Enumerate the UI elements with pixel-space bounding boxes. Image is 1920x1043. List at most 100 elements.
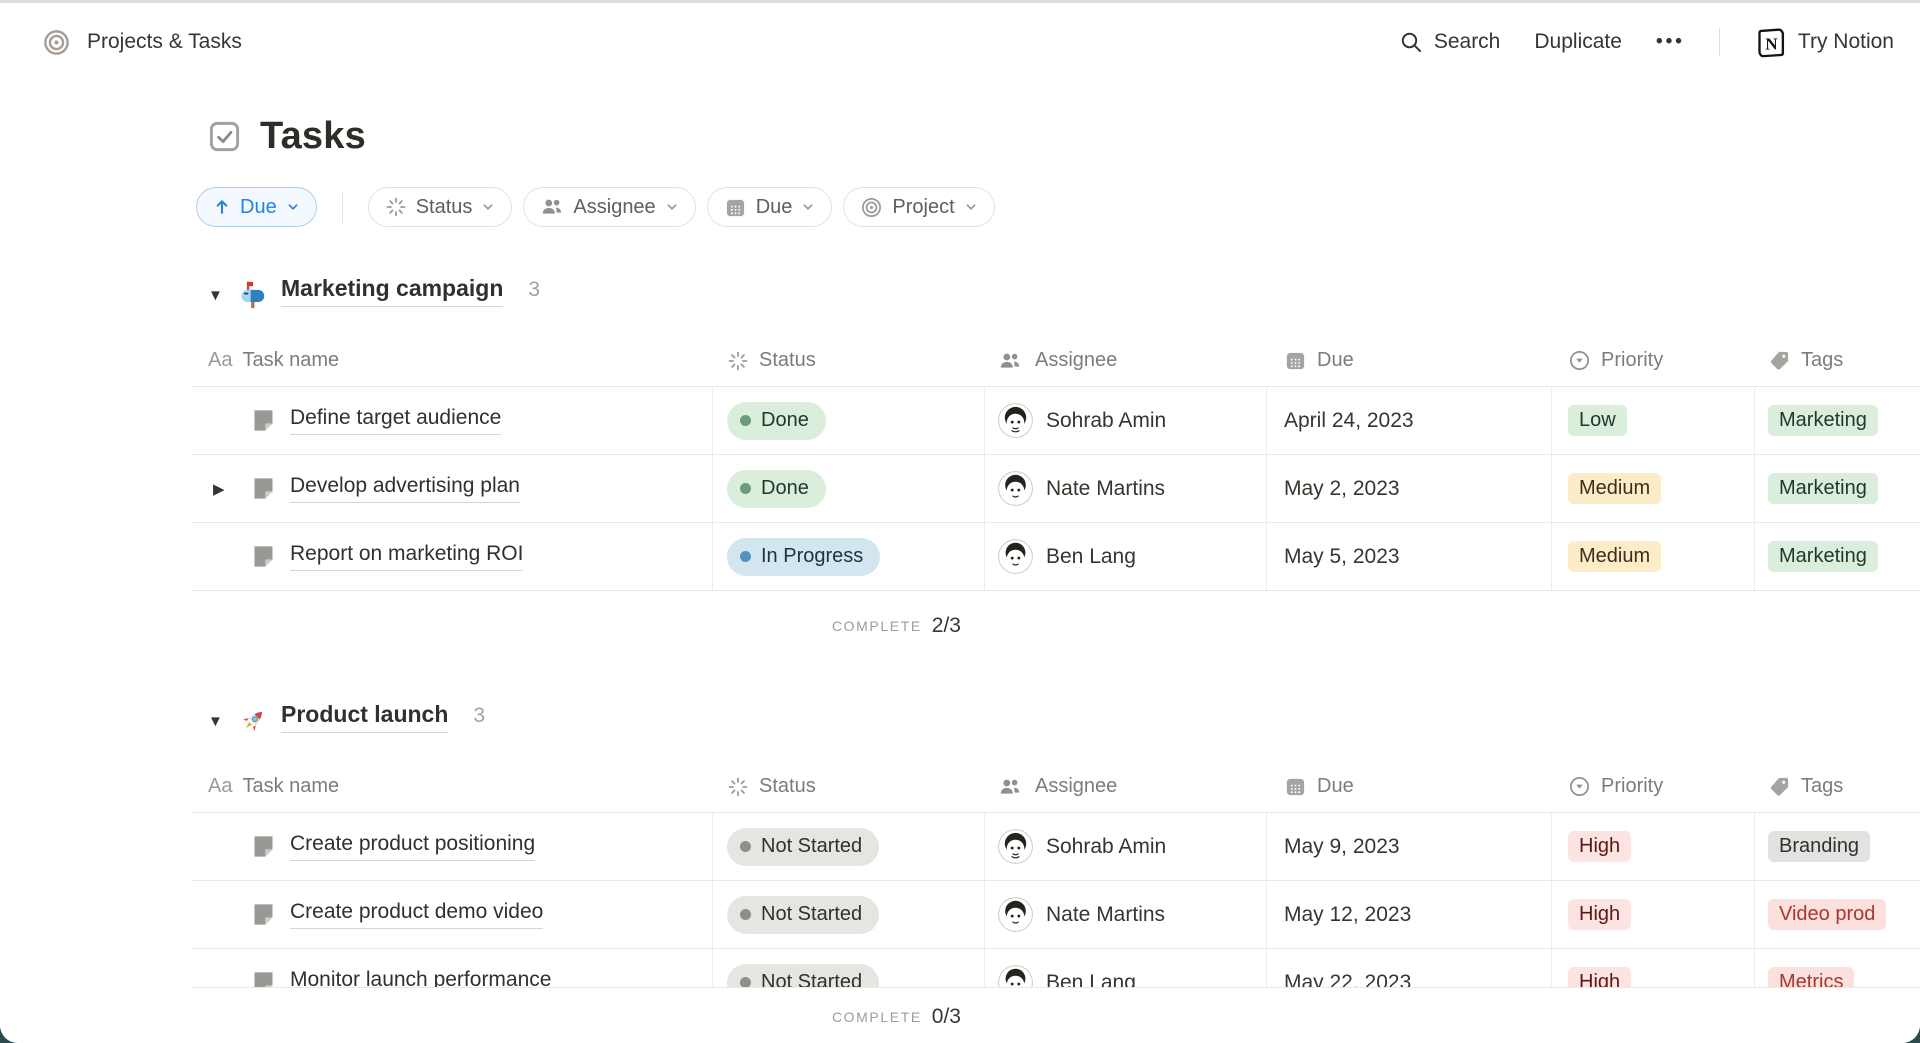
task-name-link[interactable]: Report on marketing ROI <box>290 542 523 571</box>
task-name-link[interactable]: Define target audience <box>290 406 501 435</box>
svg-text:N: N <box>1765 34 1778 53</box>
calendar-icon <box>1284 775 1307 798</box>
page-header: Tasks <box>192 111 1920 161</box>
tag-pill[interactable]: Marketing <box>1768 405 1878 436</box>
aggregate-label: COMPLETE <box>832 618 922 634</box>
column-header-due[interactable]: Due <box>1267 761 1552 812</box>
task-name-link[interactable]: Develop advertising plan <box>290 474 520 503</box>
task-name-link[interactable]: Create product demo video <box>290 900 543 929</box>
due-date[interactable]: May 5, 2023 <box>1284 545 1400 569</box>
status-dot <box>740 551 751 562</box>
search-label: Search <box>1434 30 1501 54</box>
column-header-task-name[interactable]: Aa Task name <box>192 761 713 812</box>
target-icon <box>860 196 883 219</box>
status-spinner-icon <box>727 776 749 798</box>
status-badge[interactable]: In Progress <box>727 538 880 576</box>
due-date[interactable]: May 9, 2023 <box>1284 835 1400 859</box>
column-header-task-name[interactable]: Aa Task name <box>192 335 713 386</box>
chevron-down-icon <box>286 200 300 214</box>
due-date[interactable]: May 12, 2023 <box>1284 903 1411 927</box>
avatar <box>998 829 1033 864</box>
status-badge[interactable]: Not Started <box>727 828 879 866</box>
topbar-actions: Search Duplicate ••• N Try Notion <box>1399 26 1894 59</box>
aggregate-label: COMPLETE <box>832 1009 922 1025</box>
table-row[interactable]: ▶ Develop advertising plan Done <box>192 455 1920 523</box>
breadcrumb-label: Projects & Tasks <box>87 30 242 54</box>
priority-tag[interactable]: Medium <box>1568 541 1661 572</box>
filter-due-button[interactable]: Due <box>707 187 833 227</box>
bullseye-page-icon <box>42 28 71 57</box>
view-toolbar: Due Status <box>192 187 1920 227</box>
column-header-priority[interactable]: Priority <box>1552 335 1755 386</box>
filter-status-button[interactable]: Status <box>368 187 513 227</box>
priority-tag[interactable]: Low <box>1568 405 1627 436</box>
group-header-marketing-campaign: ▼ Marketing campaign 3 <box>192 275 1920 315</box>
sticky-aggregate-bar: COMPLETE 0/3 <box>0 987 1920 1043</box>
tag-pill[interactable]: Branding <box>1768 831 1870 862</box>
collapse-toggle-icon[interactable]: ▼ <box>208 287 238 304</box>
due-date[interactable]: April 24, 2023 <box>1284 409 1414 433</box>
column-header-tags[interactable]: Tags <box>1755 761 1920 812</box>
filter-assignee-button[interactable]: Assignee <box>523 187 695 227</box>
status-badge[interactable]: Done <box>727 402 826 440</box>
status-dot <box>740 415 751 426</box>
status-badge[interactable]: Done <box>727 470 826 508</box>
page-icon <box>250 833 277 860</box>
tag-pill[interactable]: Marketing <box>1768 541 1878 572</box>
table-row[interactable]: Report on marketing ROI In Progress Ben … <box>192 523 1920 591</box>
priority-tag[interactable]: High <box>1568 831 1631 862</box>
tag-pill[interactable]: Marketing <box>1768 473 1878 504</box>
chevron-down-icon <box>964 200 978 214</box>
assignee-name[interactable]: Nate Martins <box>1046 903 1165 927</box>
assignee-name[interactable]: Sohrab Amin <box>1046 409 1166 433</box>
column-header-assignee[interactable]: Assignee <box>985 335 1267 386</box>
complete-aggregate[interactable]: COMPLETE 0/3 <box>713 988 985 1043</box>
breadcrumb[interactable]: Projects & Tasks <box>42 28 242 57</box>
priority-tag[interactable]: High <box>1568 899 1631 930</box>
column-header-priority[interactable]: Priority <box>1552 761 1755 812</box>
group-count: 3 <box>528 278 540 302</box>
avatar <box>998 897 1033 932</box>
page-icon <box>250 475 277 502</box>
table-row[interactable]: Define target audience Done Sohrab Amin … <box>192 387 1920 455</box>
tag-pill[interactable]: Video prod <box>1768 899 1886 930</box>
priority-tag[interactable]: Medium <box>1568 473 1661 504</box>
search-button[interactable]: Search <box>1399 30 1501 54</box>
filter-project-button[interactable]: Project <box>843 187 994 227</box>
table-row[interactable]: Create product positioning Not Started S… <box>192 813 1920 881</box>
status-spinner-icon <box>727 350 749 372</box>
column-header-assignee[interactable]: Assignee <box>985 761 1267 812</box>
sort-due-button[interactable]: Due <box>196 187 317 227</box>
column-header-status[interactable]: Status <box>713 335 985 386</box>
filter-status-label: Status <box>416 196 473 219</box>
column-header-due[interactable]: Due <box>1267 335 1552 386</box>
column-header-status[interactable]: Status <box>713 761 985 812</box>
collapse-toggle-icon[interactable]: ▼ <box>208 713 238 730</box>
group-title-link[interactable]: Product launch <box>281 701 448 733</box>
assignee-name[interactable]: Nate Martins <box>1046 477 1165 501</box>
due-date[interactable]: May 2, 2023 <box>1284 477 1400 501</box>
status-badge[interactable]: Not Started <box>727 896 879 934</box>
table-marketing-campaign: Aa Task name Status Assignee Due P <box>192 335 1920 661</box>
group-title-link[interactable]: Marketing campaign <box>281 275 503 307</box>
column-header-tags[interactable]: Tags <box>1755 335 1920 386</box>
page-title: Tasks <box>260 115 366 158</box>
topbar-divider <box>1719 28 1720 56</box>
task-name-link[interactable]: Create product positioning <box>290 832 535 861</box>
try-notion-label: Try Notion <box>1798 30 1894 54</box>
calendar-icon <box>1284 349 1307 372</box>
checkbox-page-icon[interactable] <box>207 119 242 154</box>
page-content: Tasks Due <box>0 111 1920 1017</box>
more-options-button[interactable]: ••• <box>1656 31 1685 53</box>
assignee-name[interactable]: Sohrab Amin <box>1046 835 1166 859</box>
people-icon <box>998 349 1022 373</box>
group-header-product-launch: ▼ Product launch 3 <box>192 701 1920 741</box>
search-icon <box>1399 30 1423 54</box>
try-notion-button[interactable]: N Try Notion <box>1754 26 1894 59</box>
table-row[interactable]: Create product demo video Not Started Na… <box>192 881 1920 949</box>
complete-aggregate[interactable]: COMPLETE 2/3 <box>713 591 985 661</box>
duplicate-button[interactable]: Duplicate <box>1534 30 1622 54</box>
expand-toggle-icon[interactable]: ▶ <box>206 480 250 498</box>
aggregate-value: 2/3 <box>932 614 961 638</box>
assignee-name[interactable]: Ben Lang <box>1046 545 1136 569</box>
